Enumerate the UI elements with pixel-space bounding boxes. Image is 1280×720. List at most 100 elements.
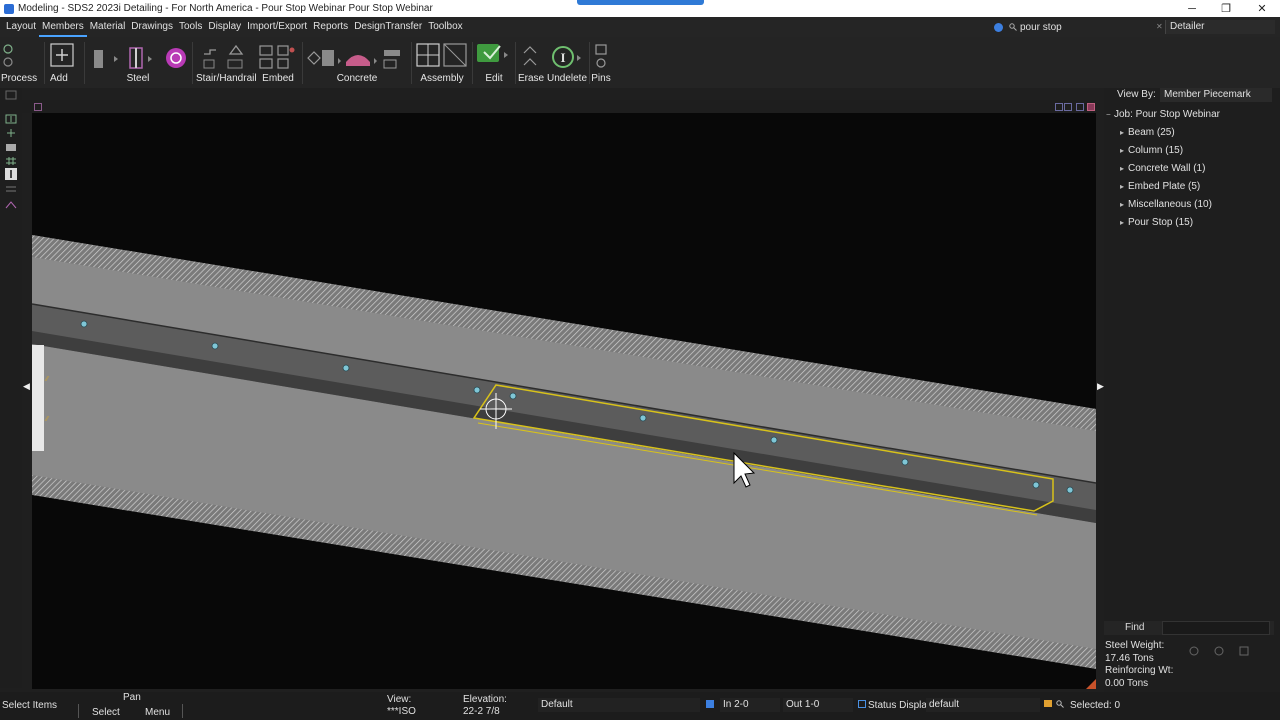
viewport-options-icon[interactable] — [34, 103, 42, 111]
title-accent-strip — [577, 0, 704, 5]
minimize-button[interactable]: ─ — [1175, 0, 1209, 17]
concrete-icon — [307, 50, 400, 69]
find-input[interactable] — [1162, 621, 1270, 635]
embed-icon — [259, 45, 295, 69]
mouse-left-label: Select — [92, 707, 120, 718]
menu-layout[interactable]: Layout — [3, 17, 39, 37]
viewport-window-controls[interactable] — [1055, 103, 1095, 111]
out-value: Out 1-0 — [786, 699, 820, 710]
role-dropdown[interactable]: Detailer — [1165, 20, 1275, 34]
locate-icon[interactable] — [5, 128, 17, 138]
member-tree: − Job: Pour Stop Webinar ▸ Beam (25) ▸ Colu… — [1106, 106, 1274, 232]
assembly-icon — [416, 43, 467, 67]
ribbon: Process Add Steel Stair/Handrail Embed C… — [0, 37, 1280, 88]
search-input[interactable] — [1020, 20, 1168, 34]
status-bar: Select Items Pan Select Menu View: ***IS… — [0, 692, 1280, 720]
expand-icon[interactable]: ▸ — [1120, 214, 1128, 232]
add-point-icon[interactable] — [5, 114, 17, 124]
weights: Steel Weight: 17.46 Tons Reinforcing Wt:… — [1105, 640, 1173, 690]
edit-button[interactable]: Edit — [474, 40, 514, 86]
tree-item-embed-plate[interactable]: ▸ Embed Plate (5) — [1106, 178, 1274, 196]
reinforcing-weight-value: 0.00 Tons — [1105, 677, 1149, 689]
layer-value: Default — [541, 699, 573, 710]
close-button[interactable]: ✕ — [1245, 0, 1279, 17]
expand-icon[interactable]: ▸ — [1120, 124, 1128, 142]
ruler-icon[interactable] — [5, 184, 17, 194]
tree-item-label: Miscellaneous (10) — [1128, 199, 1212, 210]
mouse-middle-label: Pan — [123, 692, 141, 703]
search-icon — [1009, 23, 1017, 31]
menu-material[interactable]: Material — [87, 17, 129, 37]
menu-tools[interactable]: Tools — [176, 17, 205, 37]
concrete-group[interactable]: Concrete — [304, 40, 410, 86]
steel-group[interactable]: Steel — [88, 40, 188, 86]
measure-icon[interactable] — [5, 200, 17, 210]
search-selection-icon[interactable] — [1056, 700, 1064, 708]
tree-item-concrete-wall[interactable]: ▸ Concrete Wall (1) — [1106, 160, 1274, 178]
undelete-button[interactable]: I Undelete — [546, 40, 588, 86]
find-label: Find — [1125, 622, 1145, 633]
out-field[interactable]: Out 1-0 — [783, 698, 853, 712]
model-viewport[interactable]: ⁄⁄ ⁄⁄ — [32, 113, 1096, 689]
menu-reports[interactable]: Reports — [310, 17, 351, 37]
erase-button[interactable]: Erase — [517, 40, 545, 86]
steel-icons — [94, 47, 186, 69]
menu-display[interactable]: Display — [205, 17, 244, 37]
menu-toolbox[interactable]: Toolbox — [425, 17, 465, 37]
member-icon[interactable] — [5, 168, 17, 180]
in-out-checkbox[interactable] — [706, 700, 714, 708]
collapse-left-icon[interactable]: ◀ — [23, 381, 30, 392]
menu-import-export[interactable]: Import/Export — [244, 17, 310, 37]
view-label: View: — [387, 694, 412, 705]
folder-icon[interactable] — [1044, 700, 1052, 707]
svg-text:I: I — [560, 50, 565, 65]
tree-item-pour-stop[interactable]: ▸ Pour Stop (15) — [1106, 214, 1274, 232]
in-value: In 2-0 — [723, 699, 749, 710]
pins-button[interactable]: Pins — [590, 40, 612, 86]
view-by-dropdown[interactable]: Member Piecemark — [1160, 88, 1272, 102]
camera-icon[interactable] — [5, 142, 17, 152]
clear-search-icon[interactable]: ✕ — [1156, 22, 1163, 31]
tree-item-beam[interactable]: ▸ Beam (25) — [1106, 124, 1274, 142]
status-display-dropdown[interactable]: default — [926, 698, 1040, 712]
grid-icon[interactable] — [5, 156, 17, 166]
member-tree-panel: View By: Member Piecemark − Job: Pour Sto… — [1104, 88, 1280, 692]
menu-drawings[interactable]: Drawings — [128, 17, 176, 37]
menu-designtransfer[interactable]: DesignTransfer — [351, 17, 425, 37]
add-icon — [50, 43, 74, 67]
tree-item-label: Concrete Wall (1) — [1128, 163, 1206, 174]
process-icon — [3, 44, 13, 67]
embed-group[interactable]: Embed — [256, 40, 300, 86]
expand-icon[interactable]: ▸ — [1120, 178, 1128, 196]
help-icon[interactable] — [994, 22, 1003, 32]
elevation-label: Elevation: — [463, 694, 507, 705]
menu-members[interactable]: Members — [39, 17, 87, 37]
in-field[interactable]: In 2-0 — [720, 698, 780, 712]
elevation-value: 22-2 7/8 — [463, 706, 500, 717]
tree-job-row[interactable]: − Job: Pour Stop Webinar — [1106, 106, 1274, 124]
status-display-value: default — [929, 699, 960, 710]
assembly-button[interactable]: Assembly — [414, 40, 470, 86]
collapse-icon[interactable]: − — [1106, 106, 1114, 124]
collapse-right-icon[interactable]: ▶ — [1097, 381, 1104, 392]
palette-icon[interactable] — [5, 90, 17, 100]
maximize-button[interactable]: ❐ — [1209, 0, 1243, 17]
expand-icon[interactable]: ▸ — [1120, 142, 1128, 160]
edit-icon — [477, 44, 508, 62]
stair-handrail-group[interactable]: Stair/Handrail — [196, 40, 257, 86]
erase-label: Erase — [517, 73, 545, 84]
search-box — [994, 20, 1168, 34]
status-display-checkbox[interactable] — [858, 700, 866, 708]
tree-item-miscellaneous[interactable]: ▸ Miscellaneous (10) — [1106, 196, 1274, 214]
expand-icon[interactable]: ▸ — [1120, 160, 1128, 178]
steel-weight-label: Steel Weight: — [1105, 640, 1165, 651]
reinforcing-weight-label: Reinforcing Wt: — [1105, 665, 1174, 676]
steel-weight-value: 17.46 Tons — [1105, 652, 1154, 664]
layer-dropdown[interactable]: Default — [538, 698, 700, 712]
mouse-right-label: Menu — [145, 707, 171, 718]
process-group[interactable]: Process — [0, 40, 42, 86]
expand-icon[interactable]: ▸ — [1120, 196, 1128, 214]
status-mode: Select Items — [2, 700, 58, 711]
tree-item-column[interactable]: ▸ Column (15) — [1106, 142, 1274, 160]
panel-action-icons[interactable] — [1186, 645, 1256, 659]
